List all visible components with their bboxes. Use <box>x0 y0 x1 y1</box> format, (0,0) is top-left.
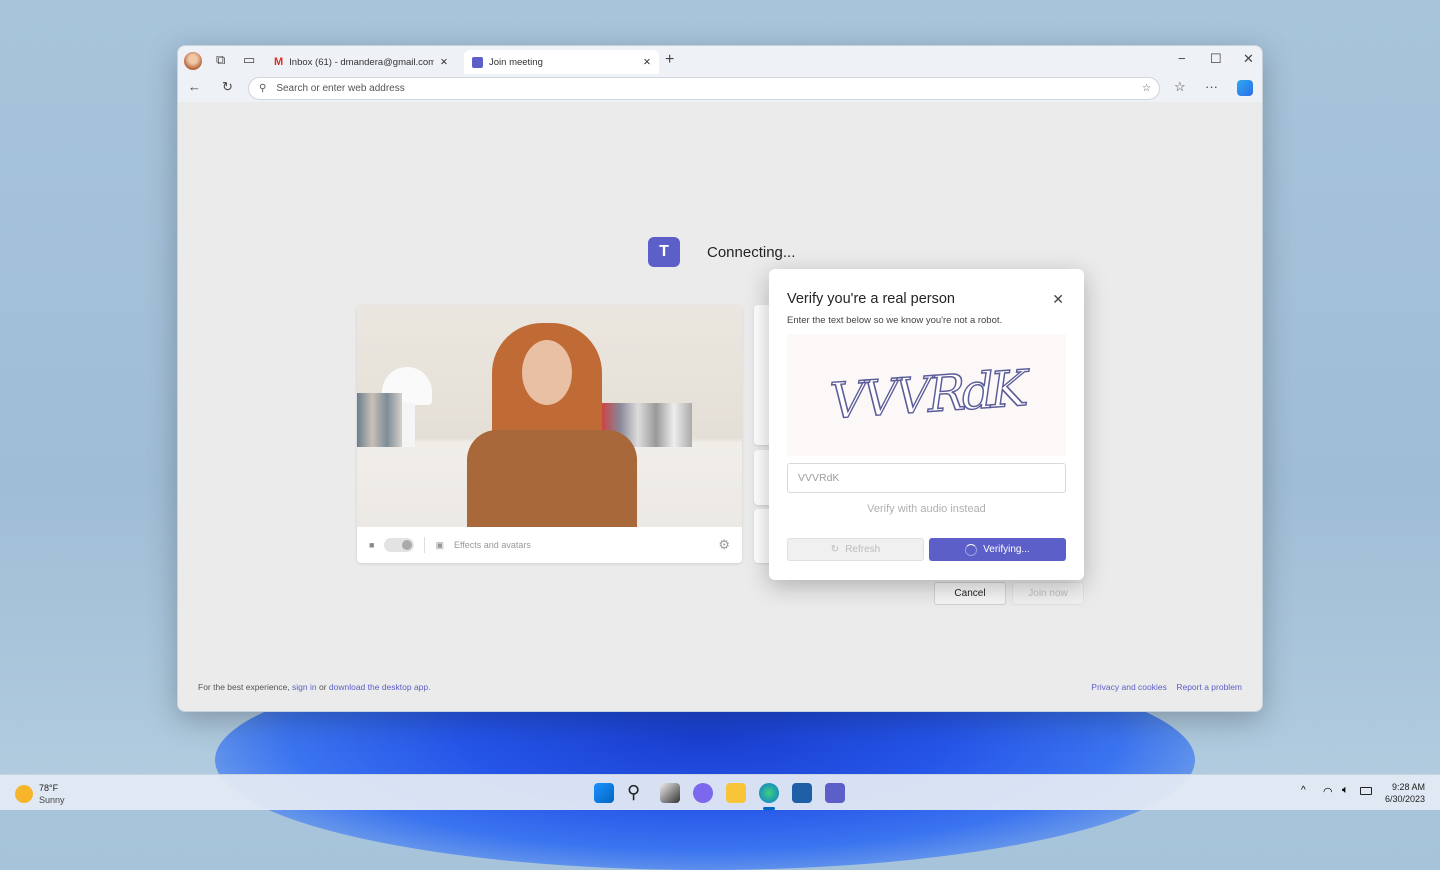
teams-icon <box>472 56 483 68</box>
refresh-icon[interactable]: ↻ <box>222 79 233 95</box>
cancel-button[interactable]: Cancel <box>934 582 1006 605</box>
file-explorer-icon[interactable] <box>726 783 746 803</box>
refresh-button[interactable]: ↻ Refresh <box>787 538 924 561</box>
volume-icon[interactable]: 🔈︎ <box>1342 784 1349 797</box>
store-icon[interactable] <box>792 783 812 803</box>
report-problem-link[interactable]: Report a problem <box>1176 682 1242 692</box>
back-icon[interactable]: ← <box>188 79 201 94</box>
join-now-button[interactable]: Join now <box>1012 582 1084 605</box>
page-content: T Connecting... ■ ▣ Effects and avatars … <box>178 102 1262 711</box>
workspaces-icon[interactable]: ⧉ <box>216 52 225 68</box>
maximize-icon[interactable]: ☐ <box>1210 51 1222 67</box>
chat-icon[interactable] <box>693 783 713 803</box>
audio-verify-link[interactable]: Verify with audio instead <box>787 503 1066 515</box>
close-tab-icon[interactable]: ✕ <box>643 57 651 68</box>
profile-avatar[interactable] <box>184 52 202 70</box>
add-favorite-icon[interactable]: ☆ <box>1142 83 1151 94</box>
task-view-icon[interactable] <box>660 783 680 803</box>
browser-window: ⧉ ▭ M Inbox (61) - dmandera@gmail.com ✕ … <box>177 45 1263 712</box>
spinner-icon <box>965 543 978 556</box>
clock-time[interactable]: 9:28 AM <box>1392 782 1425 792</box>
minimize-icon[interactable]: − <box>1178 51 1186 66</box>
weather-temp[interactable]: 78°F <box>39 783 58 793</box>
effects-button[interactable]: Effects and avatars <box>454 540 708 550</box>
captcha-input[interactable]: VVVRdK <box>787 463 1066 493</box>
copilot-icon[interactable] <box>1237 80 1253 96</box>
new-tab-icon[interactable]: + <box>665 51 674 69</box>
show-hidden-icons[interactable]: ^ <box>1301 785 1306 796</box>
tab-gmail[interactable]: M Inbox (61) - dmandera@gmail.com ✕ <box>266 50 456 74</box>
tab-bar: ⧉ ▭ M Inbox (61) - dmandera@gmail.com ✕ … <box>178 46 1262 76</box>
sign-in-link[interactable]: sign in <box>292 682 317 692</box>
start-icon[interactable] <box>594 783 614 803</box>
dialog-subtitle: Enter the text below so we know you're n… <box>787 315 1003 326</box>
camera-icon: ■ <box>369 540 375 550</box>
verifying-button[interactable]: Verifying... <box>929 538 1066 561</box>
tab-join-meeting[interactable]: Join meeting ✕ <box>464 50 659 74</box>
edge-icon[interactable] <box>759 783 779 803</box>
taskbar: 78°F Sunny ⚲ ^ ◠ 🔈︎ 9:28 AM 6/30/2023 <box>0 774 1440 810</box>
download-app-link[interactable]: download the desktop app. <box>329 682 431 692</box>
privacy-link[interactable]: Privacy and cookies <box>1091 682 1167 692</box>
weather-condition[interactable]: Sunny <box>39 795 65 805</box>
refresh-icon: ↻ <box>830 544 840 555</box>
effects-icon: ▣ <box>435 539 444 550</box>
clock-date[interactable]: 6/30/2023 <box>1385 794 1425 804</box>
footer-note: For the best experience, sign in or down… <box>198 682 431 692</box>
connecting-status: Connecting... <box>707 244 796 261</box>
video-preview: ■ ▣ Effects and avatars ⚙ <box>357 305 742 563</box>
close-tab-icon[interactable]: ✕ <box>440 57 448 68</box>
settings-gear-icon[interactable]: ⚙ <box>718 537 730 553</box>
footer-links: Privacy and cookies Report a problem <box>1091 682 1242 692</box>
weather-sun-icon[interactable] <box>15 785 33 803</box>
close-window-icon[interactable]: ✕ <box>1243 51 1254 67</box>
camera-toggle[interactable] <box>384 538 415 552</box>
dialog-title: Verify you're a real person <box>787 291 955 307</box>
search-icon[interactable]: ⚲ <box>627 783 647 803</box>
search-icon: ⚲ <box>259 83 267 94</box>
more-icon[interactable]: ··· <box>1205 79 1218 94</box>
gmail-icon: M <box>274 56 284 68</box>
captcha-dialog: Verify you're a real person ✕ Enter the … <box>769 269 1084 580</box>
nav-toolbar: ← ↻ ⚲ Search or enter web address ☆ ☆ ··… <box>178 76 1262 101</box>
teams-icon[interactable] <box>825 783 845 803</box>
address-bar[interactable]: ⚲ Search or enter web address ☆ <box>248 77 1160 100</box>
favorites-icon[interactable]: ☆ <box>1174 79 1186 95</box>
camera-feed <box>357 305 742 527</box>
teams-logo: T <box>648 237 680 267</box>
captcha-image: VVVRdK <box>787 334 1066 456</box>
tab-actions-icon[interactable]: ▭ <box>243 52 255 68</box>
close-dialog-icon[interactable]: ✕ <box>1052 291 1064 308</box>
battery-icon[interactable] <box>1360 787 1372 795</box>
video-controls: ■ ▣ Effects and avatars ⚙ <box>357 527 742 563</box>
wifi-icon[interactable]: ◠ <box>1323 785 1333 798</box>
